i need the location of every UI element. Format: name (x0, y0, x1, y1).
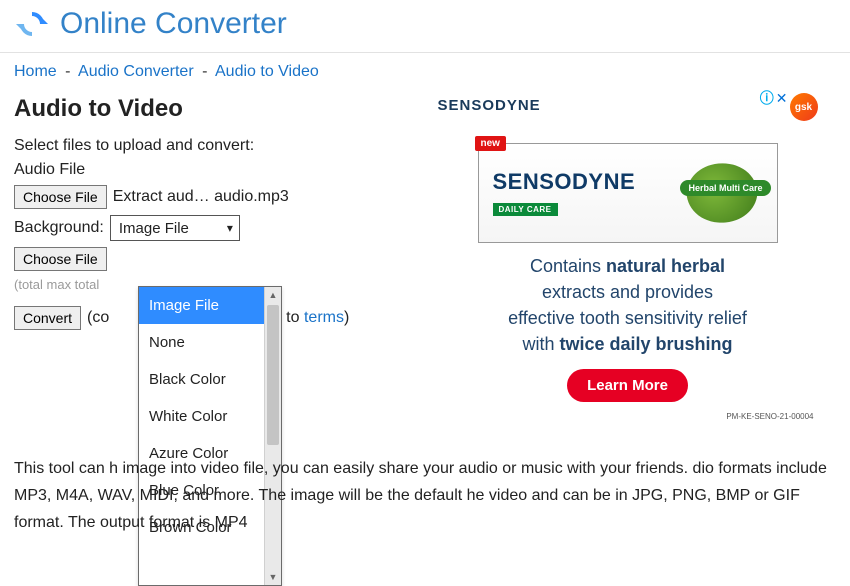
breadcrumb-audio-converter[interactable]: Audio Converter (78, 63, 194, 80)
site-logo[interactable]: Online Converter (14, 6, 287, 42)
choose-bg-file-button[interactable]: Choose File (14, 247, 107, 271)
ad-code: PM-KE-SENO-21-00004 (438, 412, 818, 421)
breadcrumb-sep: - (202, 63, 207, 80)
audio-filename: Extract aud… audio.mp3 (113, 188, 289, 206)
background-select[interactable]: Image File ▾ (110, 215, 240, 241)
gsk-logo: gsk (790, 93, 818, 121)
background-select-value: Image File (119, 220, 189, 237)
ad-product-box: new SENSODYNE DAILY CARE Herbal Multi Ca… (478, 143, 778, 243)
breadcrumb: Home - Audio Converter - Audio to Video (14, 59, 836, 89)
dropdown-option[interactable]: White Color (139, 398, 264, 435)
site-header: Online Converter (14, 0, 836, 52)
background-label: Background: (14, 219, 104, 237)
ad-banner[interactable]: SENSODYNE ⓘ ✕ gsk new SENSODYNE DAILY CA… (438, 91, 818, 421)
scroll-up-icon[interactable]: ▲ (265, 287, 281, 303)
background-dropdown[interactable]: Image FileNoneBlack ColorWhite ColorAzur… (138, 286, 282, 586)
dropdown-option[interactable]: Black Color (139, 361, 264, 398)
herbal-tag: Herbal Multi Care (680, 180, 770, 196)
chevron-down-icon: ▾ (227, 221, 233, 235)
ad-product-brand: SENSODYNE (493, 169, 667, 195)
new-badge: new (475, 136, 506, 151)
scroll-thumb[interactable] (267, 305, 279, 445)
ad-brand-logo: SENSODYNE (438, 91, 541, 114)
scrollbar[interactable]: ▲ ▼ (264, 287, 281, 585)
terms-link[interactable]: terms (304, 309, 344, 326)
audio-file-label: Audio File (14, 161, 409, 179)
breadcrumb-sep: - (65, 63, 70, 80)
ad-info-icon[interactable]: ⓘ (760, 91, 774, 105)
ad-close-icon[interactable]: ✕ (776, 91, 788, 105)
breadcrumb-audio-to-video[interactable]: Audio to Video (215, 63, 319, 80)
ad-product-sub: DAILY CARE (493, 203, 558, 216)
site-title: Online Converter (60, 7, 287, 41)
ad-copy: Contains natural herbal extracts and pro… (458, 253, 798, 357)
select-prompt: Select files to upload and convert: (14, 137, 409, 155)
ad-column: SENSODYNE ⓘ ✕ gsk new SENSODYNE DAILY CA… (419, 89, 836, 421)
page-title: Audio to Video (14, 95, 409, 123)
dropdown-option[interactable]: Image File (139, 287, 264, 324)
scroll-down-icon[interactable]: ▼ (265, 569, 281, 585)
dropdown-option[interactable]: None (139, 324, 264, 361)
ad-cta-button[interactable]: Learn More (567, 369, 688, 402)
convert-button[interactable]: Convert (14, 306, 81, 330)
tool-description: This tool can h image into video file, y… (14, 455, 836, 537)
refresh-icon (14, 6, 50, 42)
choose-audio-file-button[interactable]: Choose File (14, 185, 107, 209)
breadcrumb-home[interactable]: Home (14, 63, 57, 80)
header-divider (0, 52, 850, 53)
